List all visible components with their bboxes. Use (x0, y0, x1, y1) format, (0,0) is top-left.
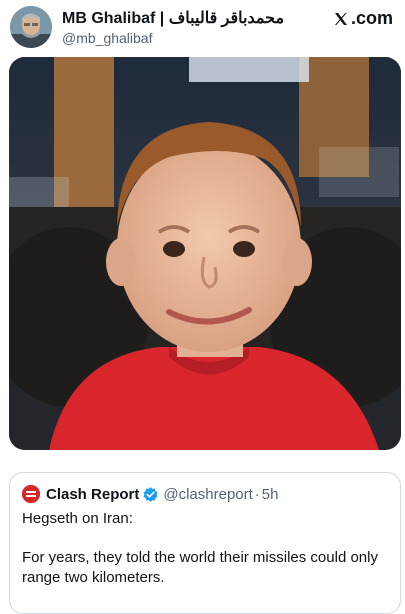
post-media-photo[interactable] (9, 57, 401, 450)
post-header: MB Ghalibaf | محمدباقر قالیباف @mb_ghali… (0, 0, 405, 54)
separator-dot: · (254, 485, 260, 503)
clash-report-avatar[interactable] (22, 485, 40, 503)
quoted-post-text-line1: Hegseth on Iran: (22, 510, 133, 527)
author-handle[interactable]: @mb_ghalibaf (62, 30, 153, 46)
avatar[interactable] (10, 6, 52, 48)
x-brand: .com (333, 8, 393, 29)
quoted-author-handle[interactable]: @clashreport (163, 486, 252, 503)
brand-domain: .com (350, 8, 393, 28)
quoted-post-header: Clash Report @clashreport · 5h (22, 484, 278, 504)
quoted-post-time[interactable]: 5h (262, 486, 279, 503)
author-display-name[interactable]: MB Ghalibaf | محمدباقر قالیباف (62, 8, 284, 28)
quoted-author-name[interactable]: Clash Report (46, 486, 139, 503)
verified-badge-icon (142, 486, 159, 503)
quoted-post-text-line2: For years, they told the world their mis… (22, 549, 378, 586)
x-logo-icon (333, 11, 349, 27)
quoted-post[interactable]: Clash Report @clashreport · 5h Hegseth o… (9, 472, 401, 614)
